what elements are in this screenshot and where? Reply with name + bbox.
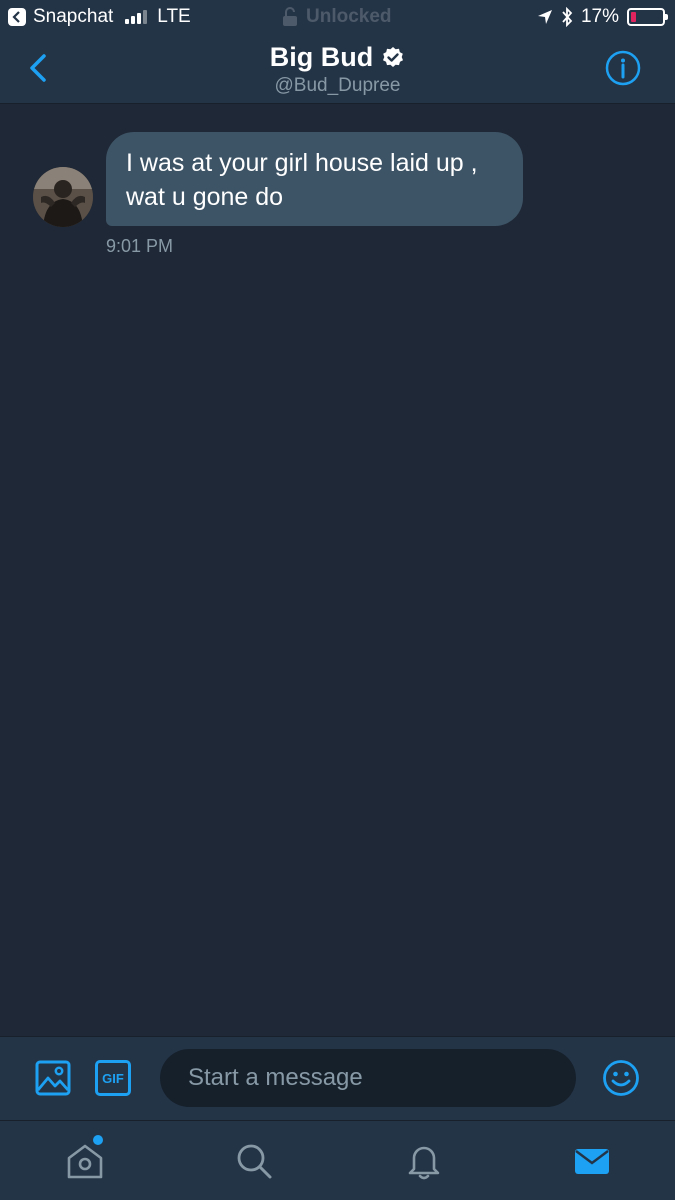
contact-handle: @Bud_Dupree	[274, 75, 401, 96]
status-bar: Snapchat LTE Unlocked 17%	[0, 0, 675, 34]
tab-search-icon[interactable]	[234, 1141, 274, 1181]
bluetooth-icon	[562, 7, 573, 27]
tab-notifications-icon[interactable]	[404, 1141, 444, 1181]
message-timestamp: 9:01 PM	[106, 236, 174, 256]
signal-icon	[125, 10, 148, 24]
lock-status: Unlocked	[282, 6, 392, 28]
battery-percent: 17%	[580, 6, 619, 27]
lock-icon	[283, 7, 297, 26]
message-bubble[interactable]: I was at your girl house laid up , wat u…	[106, 132, 523, 226]
back-app-label[interactable]: Snapchat	[33, 6, 113, 28]
conversation-header: Big Bud @Bud_Dupree	[0, 34, 675, 104]
tab-messages-icon[interactable]	[572, 1141, 612, 1181]
status-left[interactable]: Snapchat LTE	[8, 6, 191, 28]
battery-icon	[627, 8, 668, 26]
image-icon[interactable]	[35, 1060, 71, 1096]
carrier-label: LTE	[157, 6, 191, 27]
message-input[interactable]	[160, 1049, 576, 1107]
lock-label: Unlocked	[306, 6, 392, 27]
avatar-photo	[33, 167, 93, 227]
back-to-app-icon[interactable]	[8, 8, 26, 26]
contact-title: Big Bud	[0, 42, 675, 73]
message-composer: GIF	[0, 1036, 675, 1120]
battery-level-fill	[631, 12, 637, 22]
info-icon[interactable]	[605, 50, 641, 86]
status-right: 17%	[537, 6, 668, 28]
location-arrow-icon	[537, 10, 552, 24]
home-notification-dot	[93, 1135, 103, 1145]
message-text: I was at your girl house laid up , wat u…	[126, 149, 478, 211]
gif-label: GIF	[102, 1070, 124, 1086]
tab-bar	[0, 1120, 675, 1200]
avatar[interactable]	[33, 167, 93, 227]
gif-button[interactable]: GIF	[95, 1060, 131, 1096]
emoji-icon[interactable]	[602, 1059, 640, 1097]
contact-name: Big Bud	[269, 42, 374, 72]
tab-home-icon[interactable]	[65, 1141, 105, 1181]
verified-badge-icon	[383, 46, 404, 67]
